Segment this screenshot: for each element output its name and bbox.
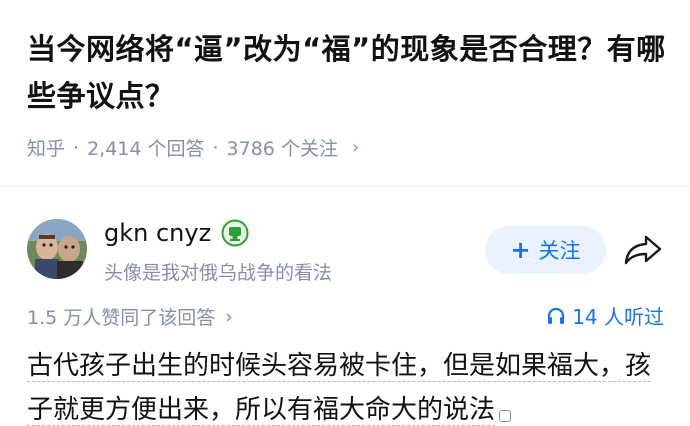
likes-count: 1.5 万人赞同了该回答 [27,307,216,329]
follow-label: 关注 [538,239,581,263]
listen-count: 14 人听过 [572,305,664,329]
answer-text: 古代孩子出生的时候头容易被卡住，但是如果福大，孩子就更方便出来，所以有福大命大的… [27,351,652,426]
follow-button[interactable]: + 关注 [485,226,606,274]
chevron-right-icon: › [225,305,233,328]
source-label: 知乎 [27,138,66,160]
share-icon[interactable] [622,232,664,268]
question-title-wrap[interactable]: 当今网络将“逼”改为“福”的现象是否合理？有哪些争议点？ [27,26,667,120]
answer-count: 2,414 个回答 [87,138,205,160]
headphones-icon [548,307,565,324]
question-title[interactable]: 当今网络将“逼”改为“福”的现象是否合理？有哪些争议点？ [27,26,667,120]
author-name[interactable]: gkn cnyz [104,219,211,247]
likes-row[interactable]: 1.5 万人赞同了该回答 › [27,303,233,330]
verified-badge-icon [221,219,249,247]
avatar[interactable] [27,219,87,279]
separator-dot: · [73,136,80,159]
listen-button[interactable]: 14 人听过 [546,301,664,330]
plus-icon: + [510,236,531,264]
chevron-right-icon: › [351,137,360,158]
author-name-row[interactable]: gkn cnyz [104,219,249,247]
separator-dot: · [212,136,219,159]
author-bio: 头像是我对俄乌战争的看法 [104,262,333,284]
comment-marker-icon[interactable] [499,410,512,422]
question-meta[interactable]: 知乎 · 2,414 个回答 · 3786 个关注 › [27,134,359,161]
answer-body[interactable]: 古代孩子出生的时候头容易被卡住，但是如果福大，孩子就更方便出来，所以有福大命大的… [27,344,667,426]
divider [0,186,690,187]
follower-count: 3786 个关注 [226,138,338,160]
